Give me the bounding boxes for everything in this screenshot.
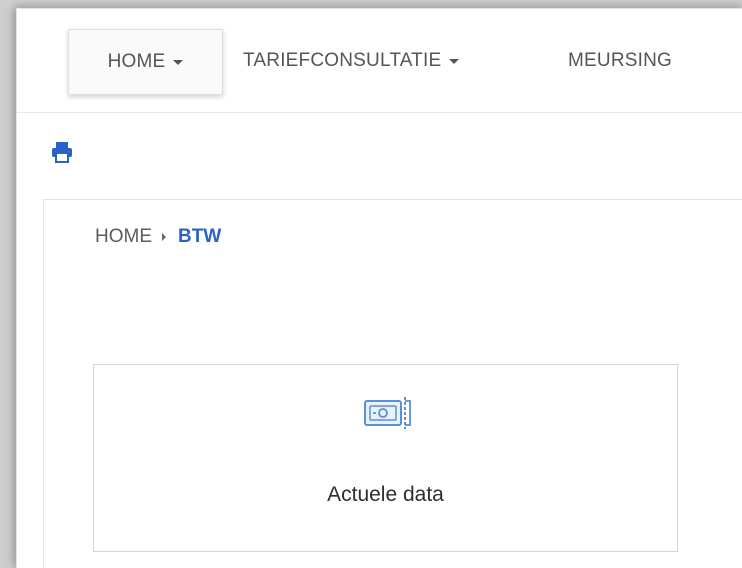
nav-tarief-label: TARIEFCONSULTATIE — [243, 50, 442, 71]
caret-down-icon — [449, 58, 460, 64]
nav-meursing-label: MEURSING — [568, 50, 672, 71]
breadcrumb-current: BTW — [178, 226, 222, 247]
content-panel: HOME BTW Actuele data — [43, 199, 742, 568]
nav-home-label: HOME — [107, 51, 166, 72]
nav-tariefconsultatie[interactable]: TARIEFCONSULTATIE — [243, 29, 460, 93]
breadcrumb: HOME BTW — [95, 222, 221, 252]
nav-meursing[interactable]: MEURSING — [568, 29, 672, 93]
nav-home[interactable]: HOME — [68, 29, 223, 95]
caret-down-icon — [173, 59, 184, 65]
breadcrumb-home[interactable]: HOME — [95, 226, 152, 248]
top-navigation: HOME TARIEFCONSULTATIE MEURSING — [17, 9, 742, 113]
breadcrumb-separator-icon — [162, 233, 166, 241]
print-icon[interactable] — [50, 141, 74, 163]
banknote-icon — [364, 393, 412, 433]
tile-label: Actuele data — [327, 483, 444, 506]
browser-viewport: HOME TARIEFCONSULTATIE MEURSING HOME BTW — [16, 8, 742, 568]
tile-actuele-data[interactable]: Actuele data — [93, 364, 678, 552]
